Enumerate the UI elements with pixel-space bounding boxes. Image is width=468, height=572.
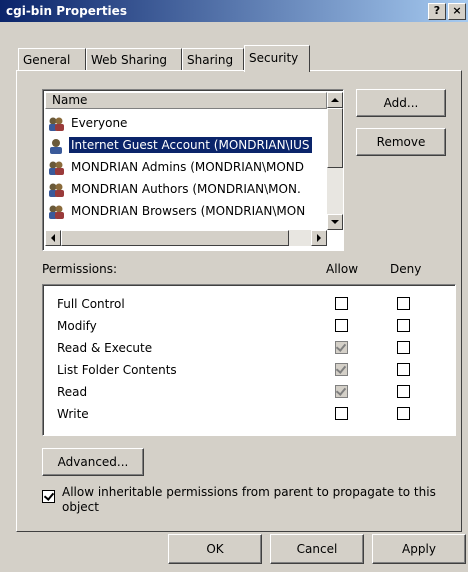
inherit-permissions-label[interactable]: Allow inheritable permissions from paren… (62, 485, 458, 515)
arrow-up-icon (331, 98, 339, 102)
window-title: cgi-bin Properties (6, 4, 127, 18)
cancel-button[interactable]: Cancel (270, 534, 364, 564)
tab-general[interactable]: General (18, 48, 86, 70)
deny-full-control-checkbox[interactable] (397, 297, 410, 310)
scroll-left-button[interactable] (45, 230, 61, 246)
list-item-internet-guest[interactable]: Internet Guest Account (MONDRIAN\IUS (47, 134, 327, 156)
permissions-label: Permissions: (42, 262, 118, 276)
deny-read-checkbox[interactable] (397, 385, 410, 398)
arrow-left-icon (51, 234, 55, 242)
horizontal-scroll-thumb[interactable] (61, 230, 289, 246)
permission-read-execute: Read & Execute (57, 341, 153, 355)
list-item-authors[interactable]: MONDRIAN Authors (MONDRIAN\MON. (47, 178, 327, 200)
group-icon (47, 182, 65, 198)
name-column-header[interactable]: Name (45, 92, 327, 109)
group-icon (47, 116, 65, 132)
allow-modify-checkbox[interactable] (335, 319, 348, 332)
scroll-up-button[interactable] (327, 92, 343, 108)
allow-read-execute-checkbox[interactable] (335, 341, 348, 354)
tab-web-sharing[interactable]: Web Sharing (86, 48, 182, 70)
ok-button[interactable]: OK (168, 534, 262, 564)
vertical-scrollbar[interactable] (327, 92, 343, 230)
permission-read: Read (57, 385, 88, 399)
deny-write-checkbox[interactable] (397, 407, 410, 420)
deny-list-folder-checkbox[interactable] (397, 363, 410, 376)
arrow-right-icon (317, 234, 321, 242)
allow-list-folder-checkbox[interactable] (335, 363, 348, 376)
scroll-down-button[interactable] (327, 214, 343, 230)
group-icon (47, 204, 65, 220)
names-list[interactable]: Name Everyone Internet Guest Account (MO… (42, 89, 344, 251)
list-item-everyone[interactable]: Everyone (47, 112, 327, 134)
allow-read-checkbox[interactable] (335, 385, 348, 398)
group-icon (47, 160, 65, 176)
list-item-admins[interactable]: MONDRIAN Admins (MONDRIAN\MOND (47, 156, 327, 178)
deny-modify-checkbox[interactable] (397, 319, 410, 332)
permission-write: Write (57, 407, 89, 421)
help-button[interactable]: ? (428, 3, 446, 20)
permission-list-folder: List Folder Contents (57, 363, 177, 377)
allow-header: Allow (326, 262, 359, 276)
scroll-right-button[interactable] (311, 230, 327, 246)
user-icon (47, 138, 65, 154)
allow-write-checkbox[interactable] (335, 407, 348, 420)
remove-button[interactable]: Remove (356, 128, 446, 156)
close-button[interactable]: × (448, 3, 466, 20)
tab-sharing[interactable]: Sharing (182, 48, 244, 70)
vertical-scroll-thumb[interactable] (327, 108, 343, 168)
deny-read-execute-checkbox[interactable] (397, 341, 410, 354)
add-button[interactable]: Add... (356, 89, 446, 117)
advanced-button[interactable]: Advanced... (42, 448, 144, 476)
inherit-permissions-checkbox[interactable] (42, 490, 55, 503)
permission-full-control: Full Control (57, 297, 125, 311)
allow-full-control-checkbox[interactable] (335, 297, 348, 310)
deny-header: Deny (390, 262, 422, 276)
close-icon: × (452, 4, 462, 17)
permission-modify: Modify (57, 319, 97, 333)
list-item-browsers[interactable]: MONDRIAN Browsers (MONDRIAN\MON (47, 200, 327, 230)
tab-security[interactable]: Security (244, 45, 310, 72)
title-bar[interactable]: cgi-bin Properties ? × (0, 0, 468, 22)
permissions-list: Full Control Modify Read & Execute List … (42, 284, 456, 436)
arrow-down-icon (331, 220, 339, 224)
horizontal-scrollbar[interactable] (45, 230, 327, 246)
apply-button[interactable]: Apply (372, 534, 466, 564)
